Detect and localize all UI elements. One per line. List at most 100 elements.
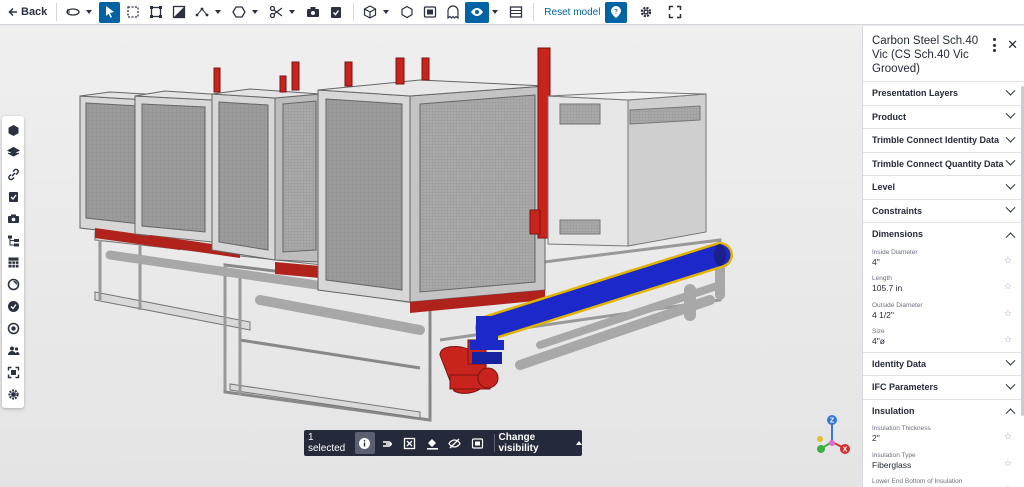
back-button[interactable]: Back — [4, 6, 51, 18]
visibility-eye-icon[interactable] — [465, 1, 490, 23]
section-header[interactable]: Dimensions — [863, 223, 1024, 246]
section-header[interactable]: Trimble Connect Quantity Data — [863, 153, 1024, 176]
cube-view-icon[interactable] — [359, 2, 380, 23]
layers-panel-icon[interactable] — [419, 2, 440, 23]
section-icon[interactable] — [168, 2, 189, 23]
select-arrow-icon[interactable] — [99, 1, 121, 23]
section-header[interactable]: Level — [863, 176, 1024, 199]
users-icon[interactable] — [2, 339, 24, 361]
section-constraints: Constraints — [863, 200, 1024, 223]
favorite-star-icon[interactable]: ☆ — [1004, 281, 1012, 292]
visibility-dropdown[interactable] — [491, 2, 499, 23]
favorite-star-icon[interactable]: ☆ — [1004, 255, 1012, 266]
model-scene[interactable] — [0, 26, 862, 487]
property-label: Outside Diameter — [872, 301, 923, 309]
clipboard-check-icon[interactable] — [2, 185, 24, 207]
fit-frame-icon[interactable] — [145, 2, 166, 23]
shape-icon[interactable] — [228, 2, 249, 23]
axis-gizmo[interactable]: Z X — [812, 412, 852, 456]
chevron-down-icon — [1005, 155, 1016, 166]
more-options-icon[interactable] — [990, 38, 998, 52]
property-row: Inside Diameter 4" ☆ — [863, 246, 1024, 273]
gizmo-z-label: Z — [830, 418, 835, 425]
info-icon[interactable] — [354, 432, 376, 454]
paint-bucket-icon[interactable] — [422, 432, 443, 454]
gear-icon[interactable] — [2, 383, 24, 405]
section-title: Presentation Layers — [872, 88, 959, 99]
help-marker-icon[interactable]: ? — [605, 1, 628, 23]
section-header[interactable]: Constraints — [863, 200, 1024, 223]
shape-dropdown[interactable] — [251, 2, 259, 23]
property-label: Lower End Bottom of Insulation — [872, 478, 963, 485]
section-title: Product — [872, 111, 907, 122]
section-header[interactable]: IFC Parameters — [863, 376, 1024, 399]
layers-icon[interactable] — [2, 141, 24, 163]
section-ifc-parameters: IFC Parameters — [863, 376, 1024, 400]
model-cube-icon[interactable] — [2, 119, 24, 141]
favorite-star-icon[interactable]: ☆ — [1004, 458, 1012, 469]
selected-count: 1 selected — [308, 432, 346, 454]
fullscreen-icon[interactable] — [664, 2, 685, 23]
property-value: 4 1/2" — [872, 309, 894, 320]
section-header[interactable]: Presentation Layers — [863, 82, 1024, 105]
ghost-icon[interactable] — [442, 2, 463, 23]
section-title: Trimble Connect Identity Data — [872, 135, 1000, 146]
frame-icon[interactable] — [2, 361, 24, 383]
table-icon[interactable] — [2, 251, 24, 273]
box-select-icon[interactable] — [122, 2, 143, 23]
todo-icon[interactable] — [325, 2, 346, 23]
orbit-dropdown[interactable] — [85, 2, 93, 23]
clip-scissors-icon[interactable] — [265, 2, 286, 23]
target-icon[interactable] — [2, 317, 24, 339]
section-identity-data: Identity Data — [863, 353, 1024, 376]
section-header[interactable]: Trimble Connect Identity Data — [863, 129, 1024, 152]
change-visibility-button[interactable]: Change visibility — [499, 432, 582, 454]
grid-icon[interactable] — [505, 2, 526, 23]
change-visibility-label: Change visibility — [498, 432, 539, 454]
section-header[interactable]: Insulation — [863, 400, 1024, 423]
orbit-icon[interactable] — [62, 2, 83, 23]
property-value: 105.7 in — [872, 283, 903, 293]
property-value: 4" — [872, 256, 880, 267]
section-trimble-connect-quantity-data: Trimble Connect Quantity Data — [863, 153, 1024, 176]
section-title: IFC Parameters — [872, 382, 939, 393]
link-icon[interactable] — [2, 163, 24, 185]
section-header[interactable]: Product — [863, 106, 1024, 129]
cube-view-dropdown[interactable] — [382, 2, 390, 23]
property-row: Outside Diameter 4 1/2" ☆ — [863, 299, 1024, 326]
property-label: Inside Diameter — [872, 248, 918, 256]
settings-gear-icon[interactable] — [635, 2, 656, 23]
hide-eye-icon[interactable] — [445, 432, 466, 454]
toolbar-divider — [56, 3, 58, 21]
clip-dropdown[interactable] — [288, 2, 296, 23]
reset-model-button[interactable]: Reset model — [539, 7, 605, 18]
section-trimble-connect-identity-data: Trimble Connect Identity Data — [863, 129, 1024, 153]
check-circle-icon[interactable] — [2, 295, 24, 317]
swirl-icon[interactable] — [2, 273, 24, 295]
section-title: Identity Data — [872, 358, 927, 369]
close-icon[interactable]: ✕ — [1007, 37, 1018, 53]
link-object-icon[interactable] — [377, 432, 398, 454]
snapshot-icon[interactable] — [302, 2, 323, 23]
property-row: Insulation Thickness 2" ☆ — [863, 422, 1024, 449]
property-row: Length 105.7 in ☆ — [863, 272, 1024, 299]
measure-icon[interactable] — [191, 2, 212, 23]
3d-viewport[interactable]: 1 selected Change visibility Z X — [0, 26, 862, 487]
measure-dropdown[interactable] — [214, 2, 222, 23]
tree-icon[interactable] — [2, 229, 24, 251]
chevron-up-icon — [1005, 232, 1016, 243]
back-label: Back — [21, 6, 48, 18]
chiller-unit-5 — [547, 91, 707, 247]
isolate-icon[interactable] — [400, 432, 421, 454]
property-row: Size 4"ø ☆ — [863, 325, 1024, 352]
favorite-star-icon[interactable]: ☆ — [1004, 308, 1012, 319]
chevron-down-icon — [1005, 108, 1016, 119]
ghost-view-icon[interactable] — [467, 432, 488, 454]
property-label: Insulation Thickness — [872, 425, 931, 432]
favorite-star-icon[interactable]: ☆ — [1004, 334, 1012, 345]
chevron-down-icon — [1005, 202, 1016, 213]
cube-outline-icon[interactable] — [396, 2, 417, 23]
favorite-star-icon[interactable]: ☆ — [1004, 431, 1012, 442]
section-header[interactable]: Identity Data — [863, 353, 1024, 376]
camera-icon[interactable] — [2, 207, 24, 229]
